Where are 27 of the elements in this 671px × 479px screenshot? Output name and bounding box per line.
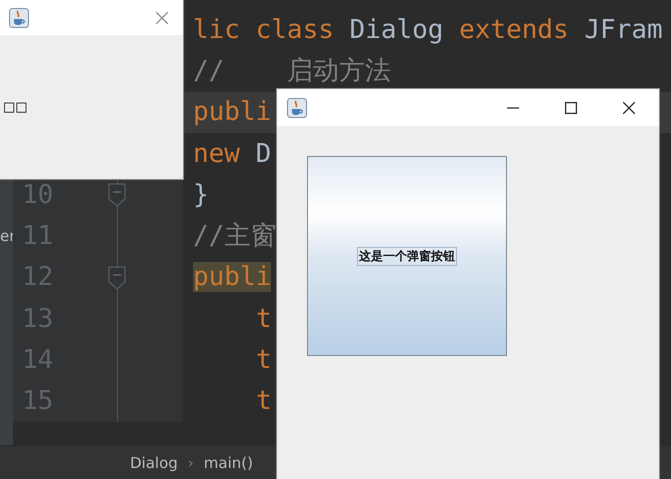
coffee-cup-icon	[9, 8, 29, 28]
code-text: publi	[193, 262, 272, 292]
code-text: t	[256, 345, 272, 376]
code-text: D	[254, 138, 272, 169]
code-text: }	[193, 180, 209, 210]
close-icon	[623, 102, 635, 114]
code-text: new	[193, 138, 240, 169]
coffee-cup-icon	[287, 98, 307, 118]
code-text: t	[256, 386, 272, 416]
fold-marker-icon	[108, 266, 126, 290]
code-text: Dialog	[348, 14, 444, 45]
popup-button[interactable]: 这是一个弹窗按钮	[307, 156, 507, 356]
close-icon	[156, 12, 168, 24]
code-text: // 启动方法	[193, 56, 391, 86]
maximize-icon	[565, 102, 577, 114]
breadcrumb-separator: ›	[188, 454, 194, 472]
fold-marker-icon	[108, 183, 126, 208]
minimize-icon	[507, 106, 519, 108]
code-text: t	[256, 304, 272, 334]
missing-glyph-text: □□	[3, 100, 28, 114]
breadcrumb-item[interactable]: main()	[204, 454, 253, 472]
code-text: //主窗	[193, 221, 276, 252]
code-text: publi	[193, 97, 272, 128]
code-text: JFram	[583, 14, 663, 45]
code-text: lic class	[193, 14, 334, 45]
code-text: extends	[459, 14, 569, 45]
breadcrumb-item[interactable]: Dialog	[130, 454, 178, 472]
